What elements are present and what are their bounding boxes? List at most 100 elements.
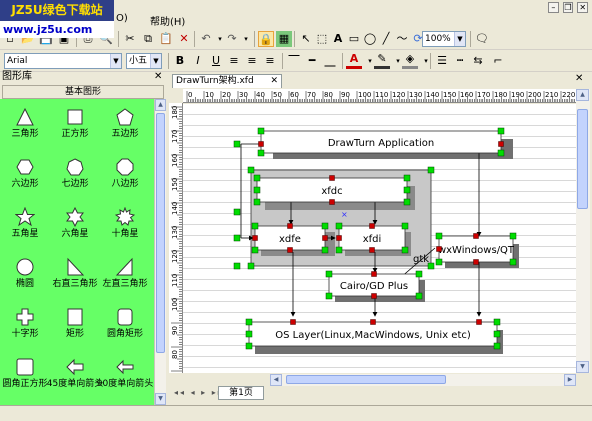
shape-item-star6[interactable]: 六角星 — [50, 203, 100, 253]
selection-handle[interactable] — [247, 262, 255, 270]
connection-point[interactable] — [370, 319, 376, 325]
canvas-vertical-scrollbar[interactable]: ▲ ▼ — [576, 89, 590, 373]
node-xfdi[interactable]: xfdi — [338, 225, 406, 251]
connection-point[interactable] — [371, 271, 377, 277]
selection-handle[interactable] — [415, 270, 423, 278]
selection-handle[interactable] — [335, 222, 343, 230]
shape-item-octagon[interactable]: 八边形 — [100, 153, 150, 203]
selection-handle[interactable] — [253, 174, 261, 182]
italic-button[interactable]: I — [190, 53, 206, 69]
selection-handle[interactable] — [403, 198, 411, 206]
shape-item-rounded-square[interactable]: 圆角正方形 — [0, 353, 50, 403]
text-tool-icon[interactable]: A — [330, 31, 346, 47]
selection-handle[interactable] — [233, 208, 241, 216]
selection-handle[interactable] — [321, 222, 329, 230]
connection-point[interactable] — [473, 233, 479, 239]
selection-handle[interactable] — [509, 232, 517, 240]
selection-handle[interactable] — [245, 318, 253, 326]
scroll-down-icon[interactable]: ▼ — [155, 393, 166, 405]
selection-handle[interactable] — [427, 262, 435, 270]
node-xfdc[interactable]: xfdc — [256, 177, 408, 203]
node-app[interactable]: DrawTurn Application — [260, 130, 502, 154]
minimize-icon[interactable]: – — [547, 2, 559, 13]
scroll-up-icon[interactable]: ▲ — [155, 99, 166, 111]
selection-handle[interactable] — [251, 246, 259, 254]
fill-color-icon[interactable]: ◈ — [402, 53, 418, 69]
scroll-left-icon[interactable]: ◀ — [270, 374, 282, 386]
shape-item-rectangle[interactable]: 矩形 — [50, 303, 100, 353]
close-icon[interactable]: ✕ — [270, 75, 278, 87]
close-icon[interactable]: ✕ — [577, 2, 588, 13]
ellipse-tool-icon[interactable]: ◯ — [362, 31, 378, 47]
connection-point[interactable] — [258, 141, 264, 147]
rectangle-tool-icon[interactable]: ▭ — [346, 31, 362, 47]
selection-handle[interactable] — [253, 186, 261, 194]
scroll-thumb[interactable] — [156, 113, 165, 353]
scroll-down-icon[interactable]: ▼ — [576, 361, 589, 373]
scroll-right-icon[interactable]: ▶ — [564, 374, 576, 386]
line-color-icon[interactable]: ✎ — [374, 53, 390, 69]
selection-handle[interactable] — [257, 149, 265, 157]
selection-handle[interactable] — [233, 140, 241, 148]
selection-handle[interactable] — [493, 342, 501, 350]
line-tool-icon[interactable]: ╱ — [378, 31, 394, 47]
valign-bottom-icon[interactable]: ⎽ — [322, 53, 338, 69]
connection-point[interactable] — [322, 235, 328, 241]
delete-icon[interactable]: ✕ — [176, 31, 192, 47]
selection-handle[interactable] — [245, 342, 253, 350]
shape-item-star5[interactable]: 五角星 — [0, 203, 50, 253]
shape-item-star10[interactable]: 十角星 — [100, 203, 150, 253]
shape-item-arrow45[interactable]: 45度单向箭头 — [47, 353, 103, 403]
selection-handle[interactable] — [233, 234, 241, 242]
valign-top-icon[interactable]: ⎺ — [286, 53, 302, 69]
font-size-select[interactable]: 小五 ▼ — [126, 53, 162, 69]
selection-handle[interactable] — [401, 222, 409, 230]
shape-item-pentagon[interactable]: 五边形 — [100, 103, 150, 153]
selection-handle[interactable] — [321, 246, 329, 254]
scroll-up-icon[interactable]: ▲ — [576, 89, 589, 101]
connection-point[interactable] — [371, 293, 377, 299]
pointer-tool-icon[interactable]: ↖ — [298, 31, 314, 47]
shape-item-ellipse[interactable]: 椭圆 — [0, 253, 50, 303]
line-style-icon[interactable]: ┅ — [452, 53, 468, 69]
selection-handle[interactable] — [325, 270, 333, 278]
align-center-icon[interactable]: ≡ — [244, 53, 260, 69]
close-icon[interactable]: ✕ — [575, 73, 587, 85]
connection-point[interactable] — [329, 199, 335, 205]
document-tab[interactable]: DrawTurn架构.xfd ✕ — [172, 74, 282, 88]
underline-button[interactable]: U — [208, 53, 224, 69]
shape-item-cross[interactable]: 十字形 — [0, 303, 50, 353]
scroll-thumb[interactable] — [577, 109, 588, 209]
connection-point-tool-icon[interactable]: ⬚ — [314, 31, 330, 47]
connection-point[interactable] — [287, 247, 293, 253]
selection-handle[interactable] — [493, 318, 501, 326]
connection-point[interactable] — [287, 223, 293, 229]
shape-item-heptagon[interactable]: 七边形 — [50, 153, 100, 203]
bold-button[interactable]: B — [172, 53, 188, 69]
node-xdfe[interactable]: xdfe — [254, 225, 326, 251]
node-os[interactable]: OS Layer(Linux,MacWindows, Unix etc) — [248, 321, 498, 347]
selection-handle[interactable] — [403, 174, 411, 182]
shape-item-rounded-rectangle[interactable]: 圆角矩形 — [100, 303, 150, 353]
selection-handle[interactable] — [509, 258, 517, 266]
line-width-icon[interactable]: ☰ — [434, 53, 450, 69]
page-tab[interactable]: 第1页 — [218, 386, 264, 400]
connector-style-icon[interactable]: ⌐ — [490, 53, 506, 69]
shape-item-right-triangle-right[interactable]: 左直三角形 — [100, 253, 150, 303]
align-right-icon[interactable]: ≡ — [262, 53, 278, 69]
cut-icon[interactable]: ✂ — [122, 31, 138, 47]
line-ends-icon[interactable]: ⇆ — [470, 53, 486, 69]
connection-point[interactable] — [436, 246, 442, 252]
connection-point[interactable] — [369, 223, 375, 229]
menu-item-partial[interactable]: O) — [116, 13, 128, 24]
selection-handle[interactable] — [403, 186, 411, 194]
comment-icon[interactable]: 🗨 — [474, 31, 490, 47]
restore-icon[interactable]: ❐ — [562, 2, 574, 13]
connection-point[interactable] — [290, 319, 296, 325]
selection-handle[interactable] — [257, 127, 265, 135]
close-icon[interactable]: ✕ — [154, 70, 164, 84]
selection-handle[interactable] — [497, 127, 505, 135]
menu-item-help[interactable]: 帮助(H) — [150, 13, 185, 28]
drawing-canvas[interactable]: DrawTurn Application xfdc xdfe xfdi gtk … — [183, 104, 576, 373]
font-name-select[interactable]: Arial ▼ — [4, 53, 122, 69]
